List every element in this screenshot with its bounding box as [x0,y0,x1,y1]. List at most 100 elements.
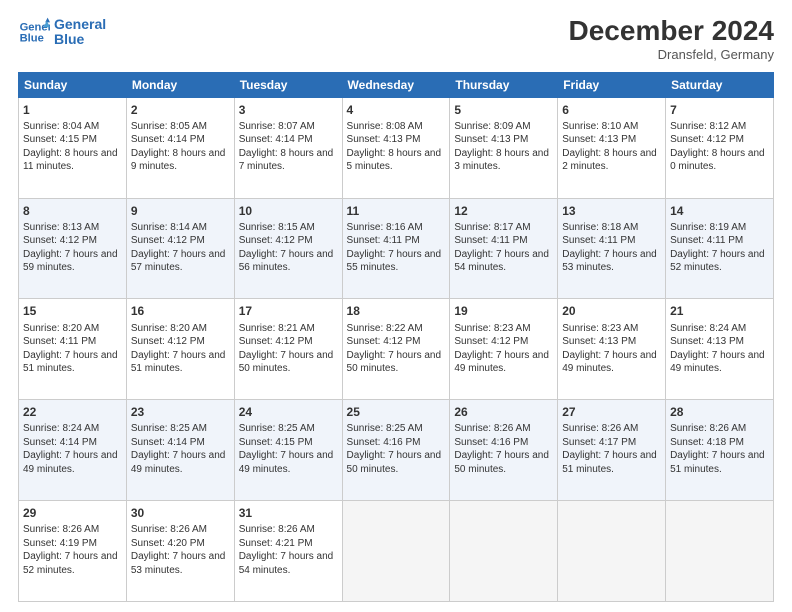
table-row: 15Sunrise: 8:20 AMSunset: 4:11 PMDayligh… [19,299,127,400]
daylight-label: Daylight: 7 hours and 50 minutes. [347,350,442,375]
daylight-label: Daylight: 7 hours and 49 minutes. [23,450,118,475]
sunset-label: Sunset: 4:12 PM [23,235,97,246]
sunset-label: Sunset: 4:12 PM [131,235,205,246]
daylight-label: Daylight: 7 hours and 59 minutes. [23,249,118,274]
sunrise-label: Sunrise: 8:26 AM [454,423,530,434]
day-number: 19 [454,303,553,319]
table-row: 8Sunrise: 8:13 AMSunset: 4:12 PMDaylight… [19,198,127,299]
sunset-label: Sunset: 4:12 PM [670,134,744,145]
sunset-label: Sunset: 4:14 PM [131,437,205,448]
title-block: December 2024 Dransfeld, Germany [569,16,774,62]
daylight-label: Daylight: 7 hours and 49 minutes. [131,450,226,475]
col-saturday: Saturday [666,72,774,97]
table-row: 2Sunrise: 8:05 AMSunset: 4:14 PMDaylight… [126,97,234,198]
sunrise-label: Sunrise: 8:26 AM [23,524,99,535]
daylight-label: Daylight: 7 hours and 53 minutes. [562,249,657,274]
day-number: 15 [23,303,122,319]
sunrise-label: Sunrise: 8:26 AM [670,423,746,434]
table-row: 16Sunrise: 8:20 AMSunset: 4:12 PMDayligh… [126,299,234,400]
day-number: 23 [131,404,230,420]
table-row: 27Sunrise: 8:26 AMSunset: 4:17 PMDayligh… [558,400,666,501]
sunrise-label: Sunrise: 8:07 AM [239,121,315,132]
sunset-label: Sunset: 4:20 PM [131,538,205,549]
sunset-label: Sunset: 4:13 PM [670,336,744,347]
sunset-label: Sunset: 4:13 PM [347,134,421,145]
daylight-label: Daylight: 7 hours and 49 minutes. [562,350,657,375]
day-number: 4 [347,102,446,118]
calendar-week-row: 15Sunrise: 8:20 AMSunset: 4:11 PMDayligh… [19,299,774,400]
day-number: 17 [239,303,338,319]
day-number: 27 [562,404,661,420]
table-row [558,501,666,602]
sunrise-label: Sunrise: 8:24 AM [23,423,99,434]
sunrise-label: Sunrise: 8:19 AM [670,222,746,233]
col-tuesday: Tuesday [234,72,342,97]
sunset-label: Sunset: 4:13 PM [562,336,636,347]
daylight-label: Daylight: 8 hours and 3 minutes. [454,148,549,173]
sunset-label: Sunset: 4:14 PM [23,437,97,448]
sunrise-label: Sunrise: 8:04 AM [23,121,99,132]
table-row: 24Sunrise: 8:25 AMSunset: 4:15 PMDayligh… [234,400,342,501]
table-row: 29Sunrise: 8:26 AMSunset: 4:19 PMDayligh… [19,501,127,602]
daylight-label: Daylight: 7 hours and 50 minutes. [347,450,442,475]
page-title: December 2024 [569,16,774,47]
sunset-label: Sunset: 4:12 PM [239,336,313,347]
day-number: 3 [239,102,338,118]
sunset-label: Sunset: 4:11 PM [23,336,96,347]
daylight-label: Daylight: 8 hours and 5 minutes. [347,148,442,173]
day-number: 25 [347,404,446,420]
sunset-label: Sunset: 4:14 PM [239,134,313,145]
day-number: 8 [23,203,122,219]
day-number: 7 [670,102,769,118]
calendar-week-row: 29 Sunrise: 8:26 AM Sunset: 4:19 PM Dayligh… [19,501,774,602]
sunset-label: Sunset: 4:16 PM [347,437,421,448]
table-row: 28Sunrise: 8:26 AMSunset: 4:18 PMDayligh… [666,400,774,501]
sunrise-label: Sunrise: 8:17 AM [454,222,530,233]
day-number: 29 [23,505,122,521]
table-row: 1Sunrise: 8:04 AMSunset: 4:15 PMDaylight… [19,97,127,198]
day-number: 18 [347,303,446,319]
sunset-label: Sunset: 4:11 PM [562,235,635,246]
header: General Blue General Blue December 2024 … [18,16,774,62]
table-row: 13Sunrise: 8:18 AMSunset: 4:11 PMDayligh… [558,198,666,299]
table-row: 30Sunrise: 8:26 AMSunset: 4:20 PMDayligh… [126,501,234,602]
table-row: 20 Sunrise: 8:23 AM Sunset: 4:13 PM Dayligh… [558,299,666,400]
svg-text:General: General [20,21,50,33]
sunset-label: Sunset: 4:11 PM [347,235,420,246]
day-number: 28 [670,404,769,420]
col-sunday: Sunday [19,72,127,97]
day-number: 20 [562,303,661,319]
day-number: 13 [562,203,661,219]
sunrise-label: Sunrise: 8:26 AM [131,524,207,535]
sunset-label: Sunset: 4:19 PM [23,538,97,549]
daylight-label: Daylight: 7 hours and 52 minutes. [670,249,765,274]
daylight-label: Daylight: 7 hours and 49 minutes. [454,350,549,375]
sunrise-label: Sunrise: 8:05 AM [131,121,207,132]
day-number: 9 [131,203,230,219]
day-number: 5 [454,102,553,118]
table-row: 22Sunrise: 8:24 AMSunset: 4:14 PMDayligh… [19,400,127,501]
table-row: 12Sunrise: 8:17 AMSunset: 4:11 PMDayligh… [450,198,558,299]
table-row: 31Sunrise: 8:26 AMSunset: 4:21 PMDayligh… [234,501,342,602]
logo: General Blue General Blue [18,16,106,48]
sunrise-label: Sunrise: 8:09 AM [454,121,530,132]
sunset-label: Sunset: 4:15 PM [239,437,313,448]
table-row: 26Sunrise: 8:26 AMSunset: 4:16 PMDayligh… [450,400,558,501]
daylight-label: Daylight: 7 hours and 50 minutes. [454,450,549,475]
day-number: 16 [131,303,230,319]
sunrise-label: Sunrise: 8:23 AM [454,323,530,334]
sunrise-label: Sunrise: 8:24 AM [670,323,746,334]
page: General Blue General Blue December 2024 … [0,0,792,612]
sunset-label: Sunset: 4:15 PM [23,134,97,145]
daylight-label: Daylight: 7 hours and 57 minutes. [131,249,226,274]
sunrise-label: Sunrise: 8:10 AM [562,121,638,132]
table-row: 18Sunrise: 8:22 AMSunset: 4:12 PMDayligh… [342,299,450,400]
table-row: 9Sunrise: 8:14 AMSunset: 4:12 PMDaylight… [126,198,234,299]
sunrise-label: Sunrise: 8:23 AM [562,323,638,334]
table-row [342,501,450,602]
table-row [666,501,774,602]
daylight-label: Daylight: 8 hours and 0 minutes. [670,148,765,173]
daylight-label: Daylight: 7 hours and 53 minutes. [131,551,226,576]
sunrise-label: Sunrise: 8:08 AM [347,121,423,132]
daylight-label: Daylight: 7 hours and 54 minutes. [239,551,334,576]
